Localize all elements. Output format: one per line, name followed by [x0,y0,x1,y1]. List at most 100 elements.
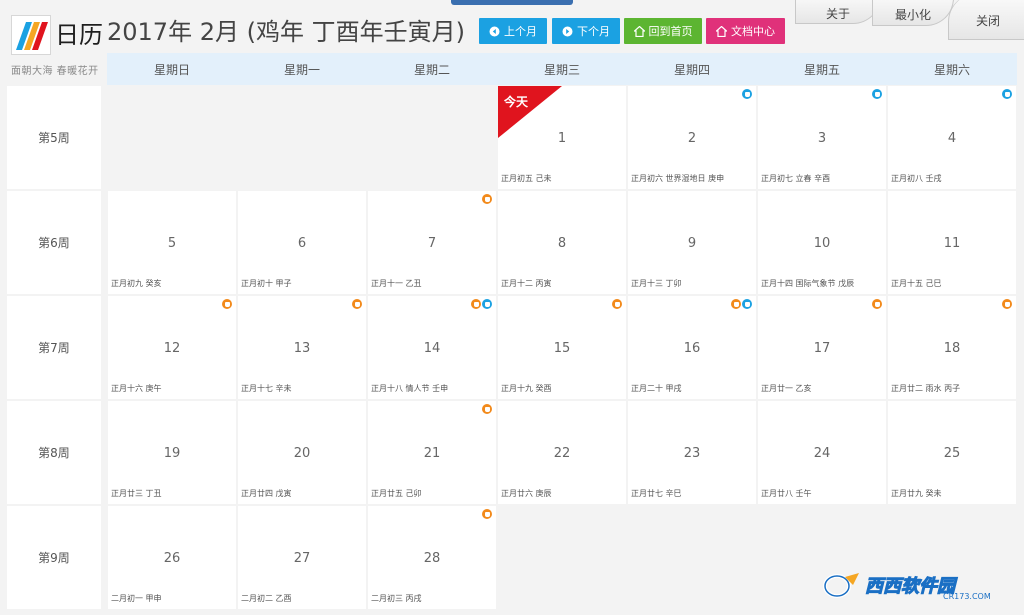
day-cell[interactable]: 5 正月初九 癸亥 [108,191,236,294]
minimize-button[interactable]: 最小化 [872,0,954,26]
lunar-date: 正月十九 癸酉 [501,384,552,393]
event-bell-icon[interactable] [742,89,752,99]
reminder-badges [482,194,492,204]
top-accent-bar [451,0,573,5]
day-cell[interactable]: 22 正月廿六 庚辰 [498,401,626,504]
day-cell[interactable]: 6 正月初十 甲子 [238,191,366,294]
close-button[interactable]: 关闭 [948,0,1024,40]
day-number: 17 [813,341,831,356]
day-cell[interactable]: 17 正月廿一 乙亥 [758,296,886,399]
app-name: 日历 [55,21,103,49]
lunar-date: 正月廿六 庚辰 [501,489,552,498]
day-cell[interactable]: 2 正月初六 世界湿地日 庚申 [628,86,756,189]
day-cell[interactable]: 12 正月十六 庚午 [108,296,236,399]
day-number: 10 [813,236,831,251]
reminder-bell-icon[interactable] [222,299,232,309]
close-label: 关闭 [975,14,1000,28]
reminder-badges [612,299,622,309]
day-cell[interactable]: 19 正月廿三 丁丑 [108,401,236,504]
about-label: 关于 [825,7,850,21]
day-number: 1 [557,131,567,146]
home-label: 回到首页 [648,25,693,38]
reminder-bell-icon[interactable] [1002,299,1012,309]
weekday-friday: 星期五 [803,62,840,77]
week-label: 第6周 [7,191,101,294]
lunar-date: 正月初五 己未 [501,174,552,183]
day-cell[interactable]: 27 二月初二 乙酉 [238,506,366,609]
week-label: 第8周 [7,401,101,504]
weekday-sunday: 星期日 [153,62,190,77]
day-cell[interactable]: 今天 1 正月初五 己未 [498,86,626,189]
day-cell[interactable]: 21 正月廿五 己卯 [368,401,496,504]
day-cell[interactable]: 26 二月初一 甲申 [108,506,236,609]
day-number: 16 [683,341,701,356]
prev-month-button[interactable]: 上个月 [479,18,547,44]
reminder-bell-icon[interactable] [482,404,492,414]
day-cell[interactable]: 4 正月初八 壬戌 [888,86,1016,189]
day-cell[interactable]: 15 正月十九 癸酉 [498,296,626,399]
day-cell[interactable]: 23 正月廿七 辛巳 [628,401,756,504]
lunar-date: 正月廿四 戊寅 [241,489,292,498]
lunar-date: 正月十二 丙寅 [501,279,552,288]
day-cell[interactable]: 28 二月初三 丙戌 [368,506,496,609]
day-cell[interactable]: 20 正月廿四 戊寅 [238,401,366,504]
page-title: 2017年 2月 (鸡年 丁酉年壬寅月) [107,18,465,46]
day-cell[interactable]: 8 正月十二 丙寅 [498,191,626,294]
day-number: 7 [427,236,437,251]
lunar-date: 正月廿九 癸未 [891,489,942,498]
day-cell[interactable]: 3 正月初七 立春 辛酉 [758,86,886,189]
reminder-bell-icon[interactable] [612,299,622,309]
reminder-bell-icon[interactable] [482,509,492,519]
reminder-bell-icon[interactable] [731,299,741,309]
day-cell[interactable]: 10 正月十四 国际气象节 戊辰 [758,191,886,294]
reminder-bell-icon[interactable] [471,299,481,309]
lunar-date: 正月初六 世界湿地日 庚申 [631,174,725,183]
weekday-header: 星期日 星期一 星期二 星期三 星期四 星期五 星期六 [107,53,1017,85]
day-cell[interactable]: 18 正月廿二 雨水 丙子 [888,296,1016,399]
day-cell[interactable]: 16 正月二十 甲戌 [628,296,756,399]
lunar-date: 正月廿七 辛巳 [631,489,682,498]
lunar-date: 二月初二 乙酉 [241,594,292,603]
day-cell[interactable]: 11 正月十五 己巳 [888,191,1016,294]
day-number: 28 [423,551,441,566]
event-bell-icon[interactable] [742,299,752,309]
event-bell-icon[interactable] [1002,89,1012,99]
day-cell[interactable]: 14 正月十八 情人节 壬申 [368,296,496,399]
reminder-bell-icon[interactable] [872,299,882,309]
weekday-wednesday: 星期三 [543,62,580,77]
home-button[interactable]: 回到首页 [624,18,702,44]
event-bell-icon[interactable] [872,89,882,99]
weekday-saturday: 星期六 [933,62,970,77]
event-bell-icon[interactable] [482,299,492,309]
day-cell[interactable]: 25 正月廿九 癸未 [888,401,1016,504]
day-cell[interactable]: 24 正月廿八 壬午 [758,401,886,504]
day-cell[interactable]: 13 正月十七 辛未 [238,296,366,399]
lunar-date: 二月初一 甲申 [111,594,162,603]
next-month-button[interactable]: 下个月 [552,18,620,44]
day-cell[interactable]: 9 正月十三 丁卯 [628,191,756,294]
lunar-date: 正月初八 壬戌 [891,174,942,183]
day-number: 4 [947,131,957,146]
docs-center-label: 文档中心 [731,25,775,38]
reminder-bell-icon[interactable] [482,194,492,204]
docs-center-button[interactable]: 文档中心 [706,18,785,44]
lunar-date: 正月廿五 己卯 [371,489,422,498]
lunar-date: 正月十四 国际气象节 戊辰 [761,279,855,288]
lunar-date: 正月十七 辛未 [241,384,292,393]
day-cell[interactable]: 7 正月十一 乙丑 [368,191,496,294]
lunar-date: 二月初三 丙戌 [371,594,422,603]
day-number: 24 [813,446,831,461]
day-number: 13 [293,341,311,356]
day-number: 5 [167,236,177,251]
reminder-bell-icon[interactable] [352,299,362,309]
day-number: 6 [297,236,307,251]
week-label: 第7周 [7,296,101,399]
lunar-date: 正月十八 情人节 壬申 [371,384,449,393]
home-icon [633,25,645,37]
day-number: 20 [293,446,311,461]
reminder-badges [222,299,232,309]
day-number: 22 [553,446,571,461]
about-button[interactable]: 关于 [795,0,881,24]
day-number: 12 [163,341,181,356]
lunar-date: 正月十六 庚午 [111,384,162,393]
